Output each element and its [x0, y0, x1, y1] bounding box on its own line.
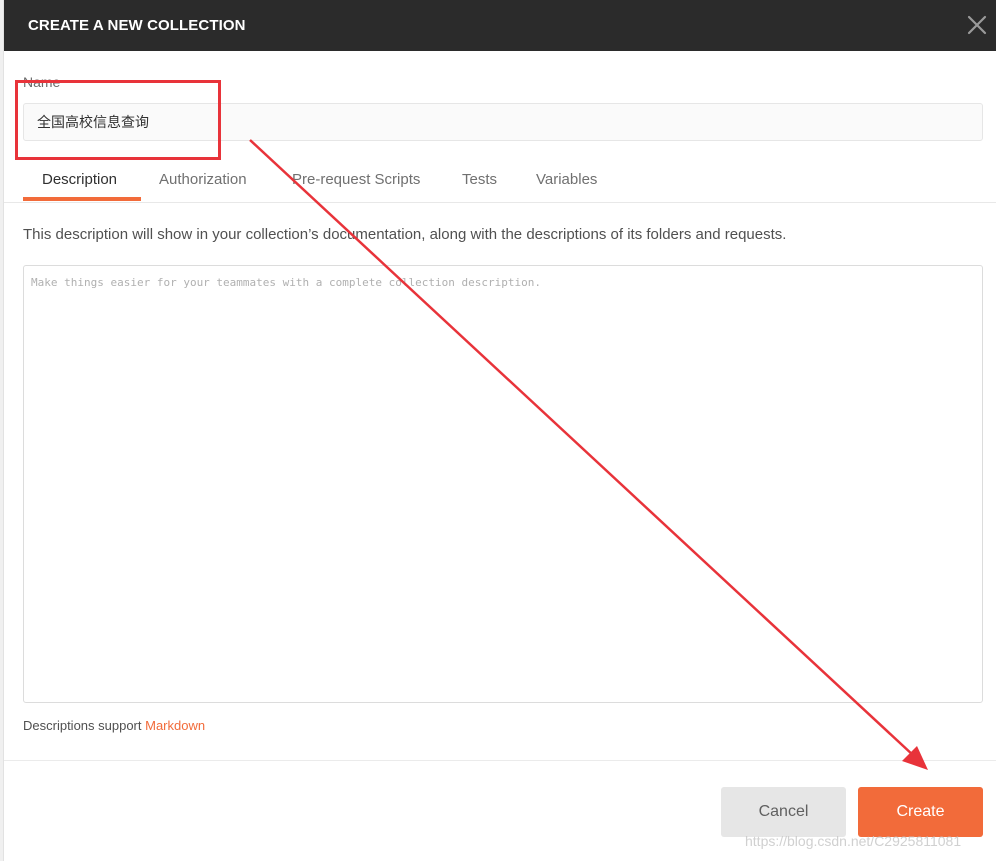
- markdown-note-prefix: Descriptions support: [23, 718, 146, 733]
- cancel-button[interactable]: Cancel: [721, 787, 846, 837]
- markdown-note: Descriptions support Markdown: [23, 718, 205, 733]
- markdown-link[interactable]: Markdown: [145, 718, 205, 733]
- tab-authorization[interactable]: Authorization: [159, 171, 247, 188]
- footer-divider: [4, 760, 996, 761]
- tab-bar: Description Authorization Pre-request Sc…: [4, 160, 996, 203]
- close-icon[interactable]: [964, 12, 990, 38]
- tab-variables[interactable]: Variables: [536, 171, 597, 188]
- description-textarea[interactable]: [23, 265, 983, 703]
- watermark: https://blog.csdn.net/C2925811081: [745, 833, 962, 849]
- tab-tests[interactable]: Tests: [462, 171, 497, 188]
- create-button[interactable]: Create: [858, 787, 983, 837]
- active-tab-indicator: [23, 197, 141, 201]
- description-info: This description will show in your colle…: [23, 226, 787, 243]
- modal-header: CREATE A NEW COLLECTION: [4, 0, 996, 51]
- annotation-highlight-box: [15, 80, 221, 160]
- tab-description[interactable]: Description: [42, 171, 117, 188]
- tab-pre-request-scripts[interactable]: Pre-request Scripts: [292, 171, 420, 188]
- modal-title: CREATE A NEW COLLECTION: [28, 17, 246, 34]
